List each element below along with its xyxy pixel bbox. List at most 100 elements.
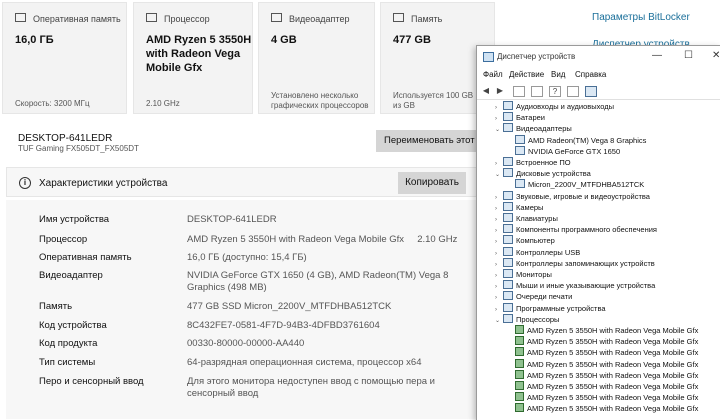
tree-category[interactable]: › Компьютер <box>495 235 555 246</box>
tree-label: Компоненты программного обеспечения <box>516 225 657 235</box>
processor-icon <box>515 392 524 402</box>
device-icon <box>503 190 513 200</box>
tree-label: Компьютер <box>516 236 555 246</box>
back-icon[interactable]: ◀ <box>481 86 491 95</box>
display-adapter-icon <box>271 13 282 22</box>
device-icon <box>503 269 513 278</box>
title-bar[interactable]: Диспетчер устройств — ☐ ✕ <box>477 46 720 68</box>
tree-category[interactable]: › Клавиатуры <box>495 213 558 224</box>
device-icon <box>515 179 525 189</box>
device-model: TUF Gaming FX505DT_FX505DT <box>18 144 139 153</box>
menu-file[interactable]: Файл <box>483 70 503 79</box>
tree-category[interactable]: › Программные устройства <box>495 302 606 314</box>
tree-label: Процессоры <box>516 314 560 324</box>
card-sub: Скорость: 3200 МГц <box>15 99 90 108</box>
cpu-card[interactable]: Процессор AMD Ryzen 5 3550H with Radeon … <box>133 2 253 114</box>
card-sub: Используется 100 GB из GB <box>393 91 474 110</box>
processor-icon <box>515 403 524 413</box>
card-sub: 2.10 GHz <box>146 99 180 108</box>
tree-label: Контроллеры USB <box>516 247 581 257</box>
device-icon <box>503 313 513 323</box>
processor-icon <box>515 325 524 334</box>
list-icon[interactable] <box>531 86 543 97</box>
spec-value: AMD Ryzen 5 3550H with Radeon Vega Mobil… <box>187 234 458 245</box>
menu-view[interactable]: Вид <box>551 70 565 79</box>
tree-label: Micron_2200V_MTFDHBA512TCK <box>528 180 645 190</box>
tree-device[interactable]: AMD Ryzen 5 3550H with Radeon Vega Mobil… <box>515 325 698 336</box>
device-icon <box>503 157 513 166</box>
tree-category[interactable]: › Контроллеры USB <box>495 246 581 258</box>
gpu-card[interactable]: Видеоадаптер 4 GB Установлено несколько … <box>258 2 375 114</box>
tree-label: Программные устройства <box>516 303 606 313</box>
device-icon <box>515 134 525 144</box>
tree-device[interactable]: AMD Ryzen 5 3550H with Radeon Vega Mobil… <box>515 336 698 347</box>
spec-key: Память <box>39 301 73 312</box>
tree-label: AMD Ryzen 5 3550H with Radeon Vega Mobil… <box>527 382 699 391</box>
tree-label: AMD Radeon(TM) Vega 8 Graphics <box>528 135 647 145</box>
rename-button[interactable]: Переименовать этот П <box>376 130 486 152</box>
tree-label: AMD Ryzen 5 3550H with Radeon Vega Mobil… <box>527 337 699 347</box>
spec-key: Оперативная память <box>39 252 132 263</box>
bitlocker-link[interactable]: Параметры BitLocker <box>592 12 690 23</box>
section-title: Характеристики устройства <box>39 178 168 189</box>
tree-category[interactable]: › Камеры <box>495 201 543 213</box>
tree-category[interactable]: ⌄ Дисковые устройства <box>495 168 591 179</box>
spec-value: NVIDIA GeForce GTX 1650 (4 GB), AMD Rade… <box>187 270 449 293</box>
tree-category[interactable]: › Встроенное ПО <box>495 157 571 168</box>
info-icon: i <box>19 177 31 189</box>
tree-category[interactable]: › Аудиовходы и аудиовыходы <box>495 101 614 112</box>
ram-card[interactable]: Оперативная память 16,0 ГБ Скорость: 320… <box>2 2 127 114</box>
spec-key: Имя устройства <box>39 214 110 225</box>
maximize-icon[interactable]: ☐ <box>684 50 693 61</box>
card-caption: Процессор <box>164 14 210 24</box>
tree-category[interactable]: › Мыши и иные указывающие устройства <box>495 280 655 291</box>
menu-action[interactable]: Действие <box>509 70 544 79</box>
tree-category[interactable]: › Звуковые, игровые и видеоустройства <box>495 190 650 202</box>
menu-help[interactable]: Справка <box>575 70 606 79</box>
chevron-down-icon[interactable]: ⌄ <box>495 170 503 181</box>
chevron-down-icon[interactable]: ⌄ <box>495 125 503 136</box>
spec-key: Процессор <box>39 234 88 245</box>
chevron-down-icon[interactable]: ⌄ <box>495 316 503 327</box>
card-value: 477 GB <box>393 34 431 46</box>
tree-category[interactable]: › Контроллеры запоминающих устройств <box>495 257 655 269</box>
tree-device[interactable]: AMD Ryzen 5 3550H with Radeon Vega Mobil… <box>515 347 698 358</box>
grid-icon[interactable] <box>567 86 579 97</box>
tree-device[interactable]: Micron_2200V_MTFDHBA512TCK <box>515 179 644 190</box>
tree-category[interactable]: ⌄ Видеоадаптеры <box>495 123 572 134</box>
card-caption: Оперативная память <box>33 14 121 24</box>
tree-device[interactable]: AMD Ryzen 5 3550H with Radeon Vega Mobil… <box>515 381 698 392</box>
tree-label: Мониторы <box>516 270 552 279</box>
tree-label: AMD Ryzen 5 3550H with Radeon Vega Mobil… <box>527 393 699 403</box>
device-icon <box>503 213 513 222</box>
spec-value: Для этого монитора недоступен ввод с пом… <box>187 376 435 399</box>
tree-category[interactable]: › Батареи <box>495 112 545 123</box>
tree-device[interactable]: AMD Ryzen 5 3550H with Radeon Vega Mobil… <box>515 369 698 381</box>
help-icon[interactable]: ? <box>549 86 561 97</box>
minimize-icon[interactable]: — <box>652 50 662 61</box>
tree-category[interactable]: › Мониторы <box>495 269 552 280</box>
monitor-icon[interactable] <box>585 86 597 97</box>
tree-label: Звуковые, игровые и видеоустройства <box>516 191 650 201</box>
tree-device[interactable]: AMD Radeon(TM) Vega 8 Graphics <box>515 134 647 146</box>
copy-button[interactable]: Копировать <box>398 172 466 194</box>
device-icon <box>503 123 513 133</box>
tree-label: AMD Ryzen 5 3550H with Radeon Vega Mobil… <box>527 326 699 335</box>
tree-label: Встроенное ПО <box>516 158 571 167</box>
device-manager-window[interactable]: Диспетчер устройств — ☐ ✕ Файл Действие … <box>476 45 720 420</box>
card-caption: Видеоадаптер <box>289 14 350 24</box>
properties-icon[interactable] <box>513 86 525 97</box>
processor-icon <box>515 358 524 368</box>
storage-icon <box>393 13 404 22</box>
tree-device[interactable]: AMD Ryzen 5 3550H with Radeon Vega Mobil… <box>515 403 698 414</box>
tree-device[interactable]: AMD Ryzen 5 3550H with Radeon Vega Mobil… <box>515 392 698 403</box>
tree-category[interactable]: ⌄ Процессоры <box>495 313 560 327</box>
tree-category[interactable]: › Компоненты программного обеспечения <box>495 224 657 235</box>
tree-category[interactable]: › Очереди печати <box>495 291 572 302</box>
tree-device[interactable]: NVIDIA GeForce GTX 1650 <box>515 145 620 157</box>
close-icon[interactable]: ✕ <box>712 50 720 61</box>
memory-icon <box>15 13 26 22</box>
forward-icon[interactable]: ▶ <box>495 86 505 95</box>
tree-device[interactable]: AMD Ryzen 5 3550H with Radeon Vega Mobil… <box>515 358 698 370</box>
tree-label: Контроллеры запоминающих устройств <box>516 258 655 268</box>
